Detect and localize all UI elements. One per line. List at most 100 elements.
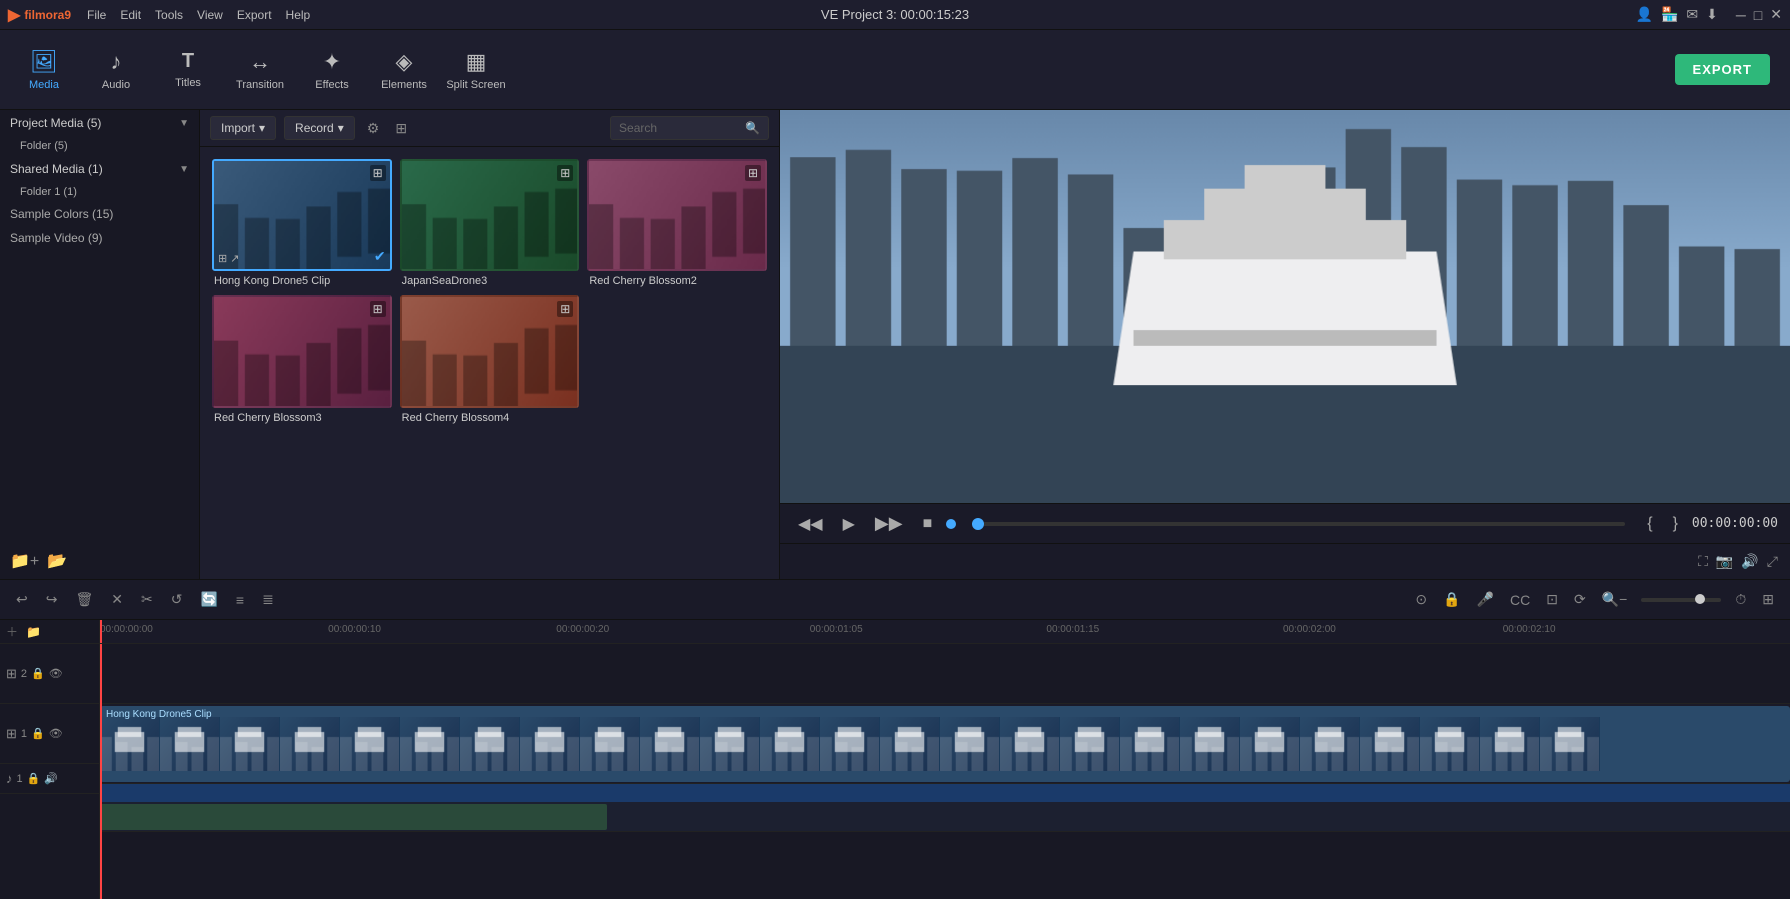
- track1-lock-icon[interactable]: 🔒: [31, 727, 45, 740]
- user-icon[interactable]: 👤: [1636, 6, 1653, 23]
- close-btn[interactable]: ✕: [1770, 6, 1782, 23]
- track-label-1: ⊞ 1 🔒 👁: [0, 704, 99, 764]
- toolbar-effects-btn[interactable]: ✦ Effects: [296, 35, 368, 105]
- media-thumbnail: ⊞: [587, 159, 767, 271]
- menu-help[interactable]: Help: [286, 8, 311, 22]
- titles-label: Titles: [175, 77, 201, 89]
- audio-eye-icon[interactable]: 🔊: [44, 772, 58, 785]
- sample-video-item[interactable]: Sample Video (9): [0, 226, 199, 250]
- snap-btn[interactable]: ⊙: [1409, 588, 1433, 611]
- delete-button[interactable]: 🗑: [69, 588, 99, 611]
- audio-label: Audio: [102, 79, 130, 91]
- record-button[interactable]: Record ▾: [284, 116, 355, 140]
- toolbar-audio-btn[interactable]: ♪ Audio: [80, 35, 152, 105]
- fast-forward-button[interactable]: ▶▶: [869, 511, 909, 536]
- main-toolbar: 🖼 Media ♪ Audio T Titles ↔ Transition ✦ …: [0, 30, 1790, 110]
- record-dot[interactable]: [946, 519, 956, 529]
- track-label-2: ⊞ 2 🔒 👁: [0, 644, 99, 704]
- elements-label: Elements: [381, 79, 427, 91]
- preview-progress-bar[interactable]: [972, 522, 1625, 526]
- loop-btn[interactable]: ⟳: [1568, 588, 1592, 611]
- toolbar-splitscreen-btn[interactable]: ▦ Split Screen: [440, 35, 512, 105]
- menu-tools[interactable]: Tools: [155, 8, 183, 22]
- settings-button[interactable]: ≣: [256, 588, 280, 611]
- track2-eye-icon[interactable]: 👁: [49, 667, 63, 680]
- sample-colors-item[interactable]: Sample Colors (15): [0, 202, 199, 226]
- add-track-btn2[interactable]: 📁: [26, 625, 41, 639]
- mail-icon[interactable]: ✉: [1686, 6, 1698, 23]
- video-clip[interactable]: Hong Kong Drone5 Clip: [100, 706, 1790, 782]
- fit-screen-btn[interactable]: ⤢: [1767, 553, 1778, 570]
- search-icon[interactable]: 🔍: [745, 121, 760, 135]
- subtitle-btn[interactable]: CC: [1504, 589, 1536, 611]
- add-track-btn[interactable]: ＋: [6, 623, 18, 640]
- rotate-button[interactable]: ↺: [165, 588, 189, 611]
- folder-icon[interactable]: 📂: [47, 551, 67, 571]
- minimize-btn[interactable]: ─: [1736, 7, 1746, 23]
- download-icon[interactable]: ⬇: [1706, 6, 1718, 23]
- audio-clip[interactable]: [100, 804, 607, 830]
- folder-5-item[interactable]: Folder (5): [0, 136, 199, 156]
- toolbar-titles-btn[interactable]: T Titles: [152, 35, 224, 105]
- export-button[interactable]: EXPORT: [1675, 54, 1770, 85]
- media-item[interactable]: ⊞ Red Cherry Blossom4: [400, 295, 580, 423]
- zoom-in-btn[interactable]: ⏱: [1729, 588, 1752, 611]
- grid-thumb-icon: ⊞: [557, 301, 573, 317]
- add-folder-icon[interactable]: 📁+: [10, 551, 39, 571]
- mark-in-button[interactable]: {: [1641, 513, 1658, 535]
- shared-media-section[interactable]: Shared Media (1) ▼: [0, 156, 199, 182]
- toolbar-media-btn[interactable]: 🖼 Media: [8, 35, 80, 105]
- mark-out-button[interactable]: }: [1667, 513, 1684, 535]
- grid-btn[interactable]: ⊞: [1756, 588, 1780, 611]
- store-icon[interactable]: 🏪: [1661, 6, 1678, 23]
- maximize-btn[interactable]: □: [1754, 7, 1762, 23]
- media-item[interactable]: ⊞ ✔ ⊞ ↗ Hong Kong Drone5 Clip: [212, 159, 392, 287]
- media-item[interactable]: ⊞ JapanSeaDrone3: [400, 159, 580, 287]
- import-button[interactable]: Import ▾: [210, 116, 276, 140]
- preview-progress-handle[interactable]: [972, 518, 984, 530]
- rewind-button[interactable]: ◀◀: [792, 512, 829, 536]
- flip-button[interactable]: 🔄: [194, 588, 223, 611]
- toolbar-transition-btn[interactable]: ↔ Transition: [224, 35, 296, 105]
- zoom-slider[interactable]: [1641, 598, 1721, 602]
- snapshot-btn[interactable]: 📷: [1716, 553, 1733, 570]
- split-btn[interactable]: ⊡: [1540, 588, 1564, 611]
- grid-thumb-icon: ⊞: [370, 165, 386, 181]
- elements-icon: ◈: [396, 49, 413, 75]
- redo-button[interactable]: ↪: [40, 588, 64, 611]
- project-media-section[interactable]: Project Media (5) ▼: [0, 110, 199, 136]
- search-box: 🔍: [610, 116, 769, 140]
- play-button[interactable]: ▶: [837, 512, 861, 536]
- menu-file[interactable]: File: [87, 8, 106, 22]
- full-screen-src-btn[interactable]: ⛶: [1698, 553, 1708, 570]
- zoom-handle[interactable]: [1695, 594, 1705, 604]
- media-thumbnail: ⊞: [400, 295, 580, 407]
- media-item[interactable]: ⊞ Red Cherry Blossom3: [212, 295, 392, 423]
- menu-view[interactable]: View: [197, 8, 223, 22]
- stop-button[interactable]: ■: [917, 513, 939, 535]
- record-dropdown-icon: ▾: [338, 121, 344, 135]
- folder-1-item[interactable]: Folder 1 (1): [0, 182, 199, 202]
- media-icon: 🖼: [30, 49, 58, 75]
- search-input[interactable]: [619, 121, 739, 135]
- track2-lock-icon[interactable]: 🔒: [31, 667, 45, 680]
- properties-button[interactable]: ≡: [230, 589, 250, 611]
- grid-view-icon[interactable]: ⊞: [391, 118, 411, 139]
- remove-button[interactable]: ✕: [105, 588, 129, 611]
- track1-eye-icon[interactable]: 👁: [49, 727, 63, 740]
- mic-btn[interactable]: 🎤: [1471, 588, 1500, 611]
- toolbar-elements-btn[interactable]: ◈ Elements: [368, 35, 440, 105]
- media-item[interactable]: ⊞ Red Cherry Blossom2: [587, 159, 767, 287]
- zoom-out-btn[interactable]: 🔍−: [1596, 588, 1634, 611]
- audio-lock-icon[interactable]: 🔒: [27, 772, 41, 785]
- undo-button[interactable]: ↩: [10, 588, 34, 611]
- menu-export[interactable]: Export: [237, 8, 272, 22]
- add-track-area: ＋ 📁: [0, 620, 99, 644]
- volume-btn[interactable]: 🔊: [1741, 553, 1758, 570]
- crop-button[interactable]: ✂: [135, 588, 159, 611]
- menu-edit[interactable]: Edit: [120, 8, 141, 22]
- magnet-btn[interactable]: 🔒: [1437, 588, 1466, 611]
- playhead[interactable]: [100, 620, 102, 643]
- filter-icon[interactable]: ⚙: [363, 118, 384, 139]
- titles-icon: T: [182, 50, 194, 73]
